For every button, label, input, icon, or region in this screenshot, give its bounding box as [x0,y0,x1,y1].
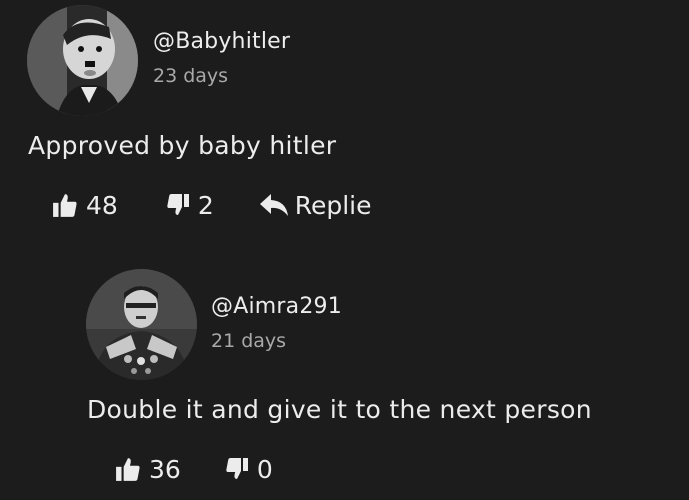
thumbs-down-icon [166,193,190,217]
thumbs-down-icon [225,457,249,481]
comment-actions: 36 0 [115,452,273,486]
comment-timestamp: 23 days [153,65,229,87]
comment-author-handle[interactable]: @Babyhitler [153,29,290,54]
reply-arrow-icon [259,192,289,218]
thumbs-up-icon [52,192,78,218]
comment-author-handle[interactable]: @Aimra291 [211,294,342,319]
like-button[interactable]: 48 [52,191,118,220]
comment-timestamp: 21 days [211,330,287,352]
avatar[interactable] [27,5,138,116]
like-button[interactable]: 36 [115,455,181,484]
like-count: 36 [149,454,181,484]
comment-text: Approved by baby hitler [28,131,337,160]
dislike-count: 2 [197,190,214,220]
reply-label: Replie [294,190,372,220]
comment-actions: 48 2 Replie [52,188,372,222]
dislike-button[interactable]: 2 [166,191,214,220]
user-avatar-image [27,5,138,116]
thumbs-up-icon [115,456,141,482]
reply-button[interactable]: Replie [259,191,372,220]
dislike-count: 0 [256,454,273,484]
like-count: 48 [86,190,118,220]
comment-text: Double it and give it to the next person [87,395,592,424]
avatar[interactable] [86,269,197,380]
dislike-button[interactable]: 0 [225,455,273,484]
user-avatar-image [86,269,197,380]
